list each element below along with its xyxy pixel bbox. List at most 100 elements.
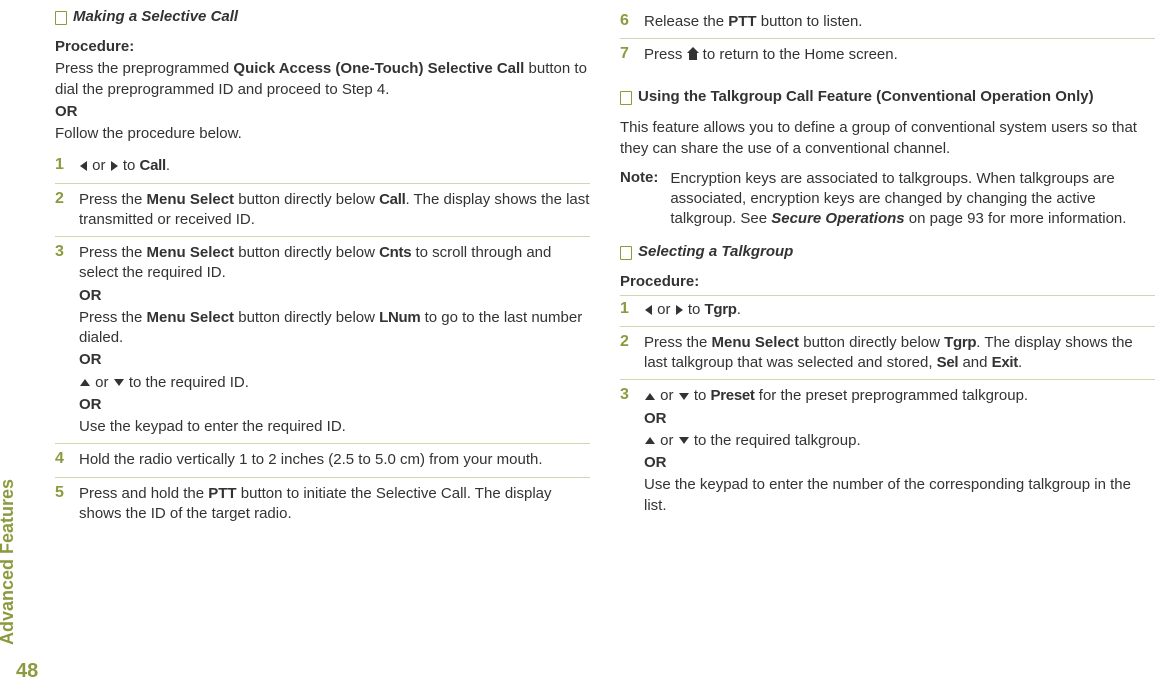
left-arrow-icon [80,161,87,171]
text: or [656,387,678,404]
section-title-talkgroup-feature: Using the Talkgroup Call Feature (Conven… [620,88,1155,105]
down-arrow-icon [679,437,689,444]
text: . [737,301,741,318]
text: for the preset preprogrammed talkgroup. [755,387,1028,404]
menu-name: Cnts [379,244,411,261]
list-item: 1 or to Tgrp. [620,295,1155,327]
or-label: OR [644,409,1155,429]
right-column: 6 Release the PTT button to listen. 7 Pr… [620,6,1155,689]
up-arrow-icon [645,437,655,444]
step-body: Press the Menu Select button directly be… [79,190,590,231]
list-item: 2 Press the Menu Select button directly … [55,184,590,238]
step-number: 7 [620,45,634,63]
text: Use the keypad to enter the number of th… [644,476,1131,513]
text: Press [644,46,687,63]
procedure-label: Procedure: [620,272,1155,292]
text: Use the keypad to enter the required ID. [79,418,346,435]
text: or [91,374,113,391]
or-label: OR [644,453,1155,473]
menu-name: Exit [992,354,1018,371]
text: Press the [644,334,712,351]
text: or [653,301,675,318]
text: to return to the Home screen. [699,46,898,63]
left-margin: Advanced Features 48 [0,0,55,695]
step-number: 5 [55,484,69,502]
text: on page 93 for more information. [905,210,1127,227]
step-number: 3 [55,243,69,261]
step-number: 6 [620,12,634,30]
text: to [119,157,140,174]
title-text: Selecting a Talkgroup [638,243,793,260]
columns: Making a Selective Call Procedure: Press… [55,0,1165,695]
step-body: Hold the radio vertically 1 to 2 inches … [79,450,590,470]
text: Press the [79,244,147,261]
step-body: Press and hold the PTT button to initiat… [79,484,590,525]
or-label: OR [79,350,590,370]
section-title-selective-call: Making a Selective Call [55,8,590,25]
list-item: 2 Press the Menu Select button directly … [620,327,1155,381]
doc-icon [55,11,67,25]
menu-name: Call [379,191,405,208]
step-number: 2 [620,333,634,351]
text: . [1018,354,1022,371]
text: Press the [79,191,147,208]
list-item: 7 Press to return to the Home screen. [620,39,1155,71]
text-bold: PTT [208,485,236,502]
intro-line2: Follow the procedure below. [55,124,590,144]
title-text: Using the Talkgroup Call Feature (Conven… [638,88,1094,105]
text: Press the preprogrammed [55,60,233,77]
page: Advanced Features 48 Making a Selective … [0,0,1165,695]
list-item: 3 or to Preset for the preset preprogram… [620,380,1155,522]
text: to [690,387,711,404]
text: button directly below [234,244,379,261]
step-number: 4 [55,450,69,468]
step-body: Release the PTT button to listen. [644,12,1155,32]
text-bold: PTT [728,13,756,30]
list-item: 3 Press the Menu Select button directly … [55,237,590,444]
title-text: Making a Selective Call [73,8,238,25]
down-arrow-icon [679,393,689,400]
text-bold: Menu Select [147,244,235,261]
side-label: Advanced Features [0,479,18,645]
list-item: 1 or to Call. [55,150,590,183]
text: button to listen. [757,13,863,30]
menu-name: Preset [711,387,755,404]
note-body: Encryption keys are associated to talkgr… [670,169,1155,230]
doc-icon [620,246,632,260]
step-body: Press to return to the Home screen. [644,45,1155,65]
text: and [958,354,991,371]
text: button directly below [234,191,379,208]
text: Press and hold the [79,485,208,502]
text: . [166,157,170,174]
text-bold: Quick Access (One-Touch) Selective Call [233,60,524,77]
list-item: 5 Press and hold the PTT button to initi… [55,478,590,531]
section-title-select-talkgroup: Selecting a Talkgroup [620,243,1155,260]
or-label: OR [79,286,590,306]
up-arrow-icon [645,393,655,400]
right-arrow-icon [676,305,683,315]
step-list-right-bottom: 1 or to Tgrp. 2 Press the Menu Select bu… [620,295,1155,522]
or-label: OR [79,395,590,415]
menu-name: Call [140,157,166,174]
doc-icon [620,91,632,105]
text: to [684,301,705,318]
menu-name: Tgrp [944,334,976,351]
home-icon [687,50,699,60]
text: or [88,157,110,174]
step-number: 1 [55,156,69,174]
text: button directly below [799,334,944,351]
text: to the required ID. [125,374,249,391]
intro-paragraph: Press the preprogrammed Quick Access (On… [55,59,590,100]
list-item: 4 Hold the radio vertically 1 to 2 inche… [55,444,590,477]
menu-name: LNum [379,309,420,326]
text: Release the [644,13,728,30]
note-block: Note: Encryption keys are associated to … [620,169,1155,230]
text-bold-italic: Secure Operations [771,210,904,227]
left-column: Making a Selective Call Procedure: Press… [55,6,590,689]
intro-talkgroup: This feature allows you to define a grou… [620,117,1155,159]
step-list-right-top: 6 Release the PTT button to listen. 7 Pr… [620,6,1155,72]
text: to the required talkgroup. [690,432,861,449]
up-arrow-icon [80,379,90,386]
text-bold: Menu Select [147,309,235,326]
left-arrow-icon [645,305,652,315]
